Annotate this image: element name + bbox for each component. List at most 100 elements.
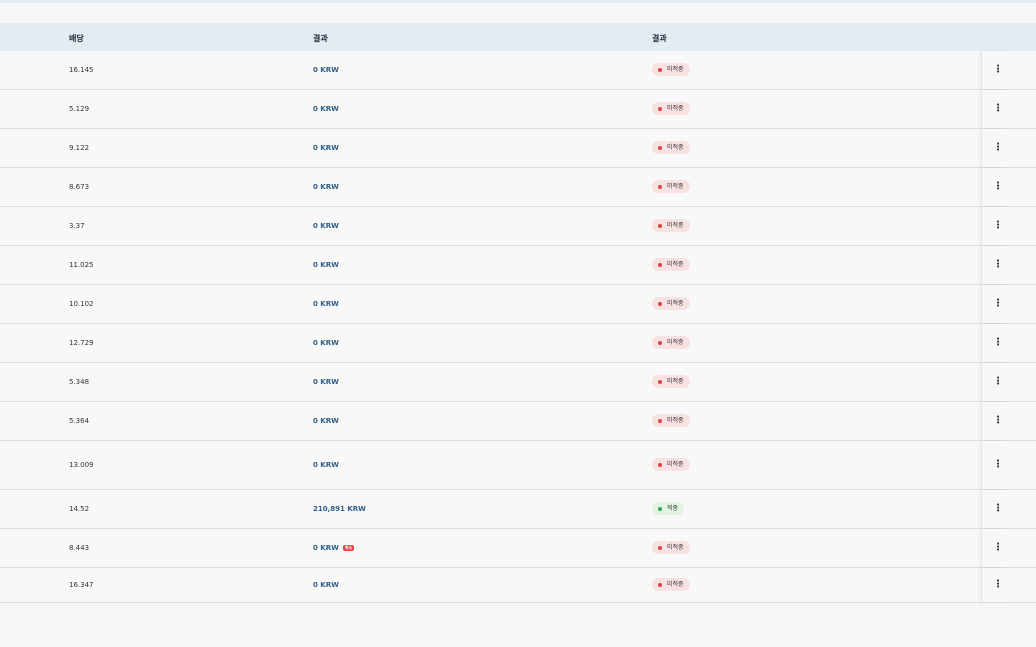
amount-cell: 0 KRW — [313, 300, 339, 308]
amount-value: 0 KRW — [313, 300, 339, 308]
status-badge: 미적중 — [652, 375, 690, 388]
table-row[interactable]: 5.348 0 KRW 미적중 ⋮ — [0, 363, 1036, 402]
amount-cell: 0 KRW — [313, 222, 339, 230]
status-badge: 미적중 — [652, 336, 690, 349]
status-badge: 미적중 — [652, 258, 690, 271]
amount-value: 210,891 KRW — [313, 505, 366, 513]
table-row[interactable]: 16.145 0 KRW 미적중 ⋮ — [0, 51, 1036, 90]
status-badge: 미적중 — [652, 63, 690, 76]
amount-cell: 0 KRW — [313, 183, 339, 191]
header-odds: 배당 — [69, 34, 84, 43]
status-badge: 적중 — [652, 502, 685, 515]
amount-value: 0 KRW — [313, 544, 339, 552]
header-result-status: 결과 — [652, 34, 667, 43]
amount-value: 0 KRW — [313, 261, 339, 269]
odds-cell: 13.009 — [69, 461, 94, 469]
amount-value: 0 KRW — [313, 183, 339, 191]
status-badge: 미적중 — [652, 102, 690, 115]
row-menu-cell: ⋮ — [981, 529, 1008, 567]
top-gap — [0, 3, 1036, 23]
more-vertical-icon[interactable]: ⋮ — [993, 504, 1003, 514]
row-menu-cell: ⋮ — [981, 490, 1008, 528]
amount-value: 0 KRW — [313, 105, 339, 113]
more-vertical-icon[interactable]: ⋮ — [993, 221, 1003, 231]
status-badge: 미적중 — [652, 141, 690, 154]
amount-cell: 0 KRW — [313, 461, 339, 469]
row-menu-cell: ⋮ — [981, 207, 1008, 245]
table-row[interactable]: 3.37 0 KRW 미적중 ⋮ — [0, 207, 1036, 246]
amount-cell: 0 KRW 취소 — [313, 544, 355, 552]
cancel-tag: 취소 — [342, 545, 355, 551]
status-badge: 미적중 — [652, 180, 690, 193]
status-badge: 미적중 — [652, 219, 690, 232]
status-badge: 미적중 — [652, 541, 690, 554]
table-row[interactable]: 5.129 0 KRW 미적중 ⋮ — [0, 90, 1036, 129]
row-menu-cell: ⋮ — [981, 402, 1008, 440]
amount-value: 0 KRW — [313, 144, 339, 152]
table-row[interactable]: 13.009 0 KRW 미적중 ⋮ — [0, 441, 1036, 490]
amount-cell: 0 KRW — [313, 105, 339, 113]
more-vertical-icon[interactable]: ⋮ — [993, 182, 1003, 192]
odds-cell: 3.37 — [69, 222, 85, 230]
row-menu-cell: ⋮ — [981, 246, 1008, 284]
more-vertical-icon[interactable]: ⋮ — [993, 260, 1003, 270]
table-row[interactable]: 11.025 0 KRW 미적중 ⋮ — [0, 246, 1036, 285]
amount-value: 0 KRW — [313, 581, 339, 589]
row-menu-cell: ⋮ — [981, 129, 1008, 167]
amount-value: 0 KRW — [313, 461, 339, 469]
row-menu-cell: ⋮ — [981, 285, 1008, 323]
odds-cell: 10.102 — [69, 300, 94, 308]
odds-cell: 5.348 — [69, 378, 90, 386]
odds-cell: 5.129 — [69, 105, 90, 113]
amount-cell: 0 KRW — [313, 378, 339, 386]
amount-cell: 0 KRW — [313, 66, 339, 74]
table-row[interactable]: 8.443 0 KRW 취소 미적중 ⋮ — [0, 529, 1036, 568]
amount-value: 0 KRW — [313, 66, 339, 74]
status-badge: 미적중 — [652, 297, 690, 310]
odds-cell: 9.122 — [69, 144, 90, 152]
status-badge: 미적중 — [652, 578, 690, 591]
more-vertical-icon[interactable]: ⋮ — [993, 416, 1003, 426]
row-menu-cell: ⋮ — [981, 363, 1008, 401]
row-menu-cell: ⋮ — [981, 324, 1008, 362]
odds-cell: 5.364 — [69, 417, 90, 425]
amount-cell: 0 KRW — [313, 339, 339, 347]
table-body: 16.145 0 KRW 미적중 ⋮ 5.129 0 KRW 미적중 ⋮ 9.122 0 KRW 미… — [0, 51, 1036, 603]
more-vertical-icon[interactable]: ⋮ — [993, 104, 1003, 114]
row-menu-cell: ⋮ — [981, 168, 1008, 206]
row-menu-cell: ⋮ — [981, 568, 1008, 602]
row-menu-cell: ⋮ — [981, 51, 1008, 89]
more-vertical-icon[interactable]: ⋮ — [993, 143, 1003, 153]
odds-cell: 8.443 — [69, 544, 90, 552]
table-row[interactable]: 12.729 0 KRW 미적중 ⋮ — [0, 324, 1036, 363]
row-menu-cell: ⋮ — [981, 90, 1008, 128]
header-result-amount: 결과 — [313, 34, 328, 43]
table-header: 배당 결과 결과 — [0, 23, 1036, 52]
table-row[interactable]: 8.673 0 KRW 미적중 ⋮ — [0, 168, 1036, 207]
more-vertical-icon[interactable]: ⋮ — [993, 580, 1003, 590]
more-vertical-icon[interactable]: ⋮ — [993, 299, 1003, 309]
amount-value: 0 KRW — [313, 339, 339, 347]
status-badge: 미적중 — [652, 458, 690, 471]
status-badge: 미적중 — [652, 414, 690, 427]
odds-cell: 11.025 — [69, 261, 94, 269]
more-vertical-icon[interactable]: ⋮ — [993, 377, 1003, 387]
more-vertical-icon[interactable]: ⋮ — [993, 460, 1003, 470]
odds-cell: 8.673 — [69, 183, 90, 191]
table-row[interactable]: 14.52 210,891 KRW 적중 ⋮ — [0, 490, 1036, 529]
table-row[interactable]: 16.347 0 KRW 미적중 ⋮ — [0, 568, 1036, 603]
odds-cell: 16.145 — [69, 66, 94, 74]
more-vertical-icon[interactable]: ⋮ — [993, 543, 1003, 553]
more-vertical-icon[interactable]: ⋮ — [993, 65, 1003, 75]
amount-cell: 0 KRW — [313, 581, 339, 589]
amount-value: 0 KRW — [313, 378, 339, 386]
table-row[interactable]: 5.364 0 KRW 미적중 ⋮ — [0, 402, 1036, 441]
more-vertical-icon[interactable]: ⋮ — [993, 338, 1003, 348]
amount-value: 0 KRW — [313, 417, 339, 425]
amount-cell: 210,891 KRW — [313, 505, 366, 513]
amount-cell: 0 KRW — [313, 144, 339, 152]
table-row[interactable]: 9.122 0 KRW 미적중 ⋮ — [0, 129, 1036, 168]
amount-value: 0 KRW — [313, 222, 339, 230]
table-row[interactable]: 10.102 0 KRW 미적중 ⋮ — [0, 285, 1036, 324]
odds-cell: 14.52 — [69, 505, 90, 513]
